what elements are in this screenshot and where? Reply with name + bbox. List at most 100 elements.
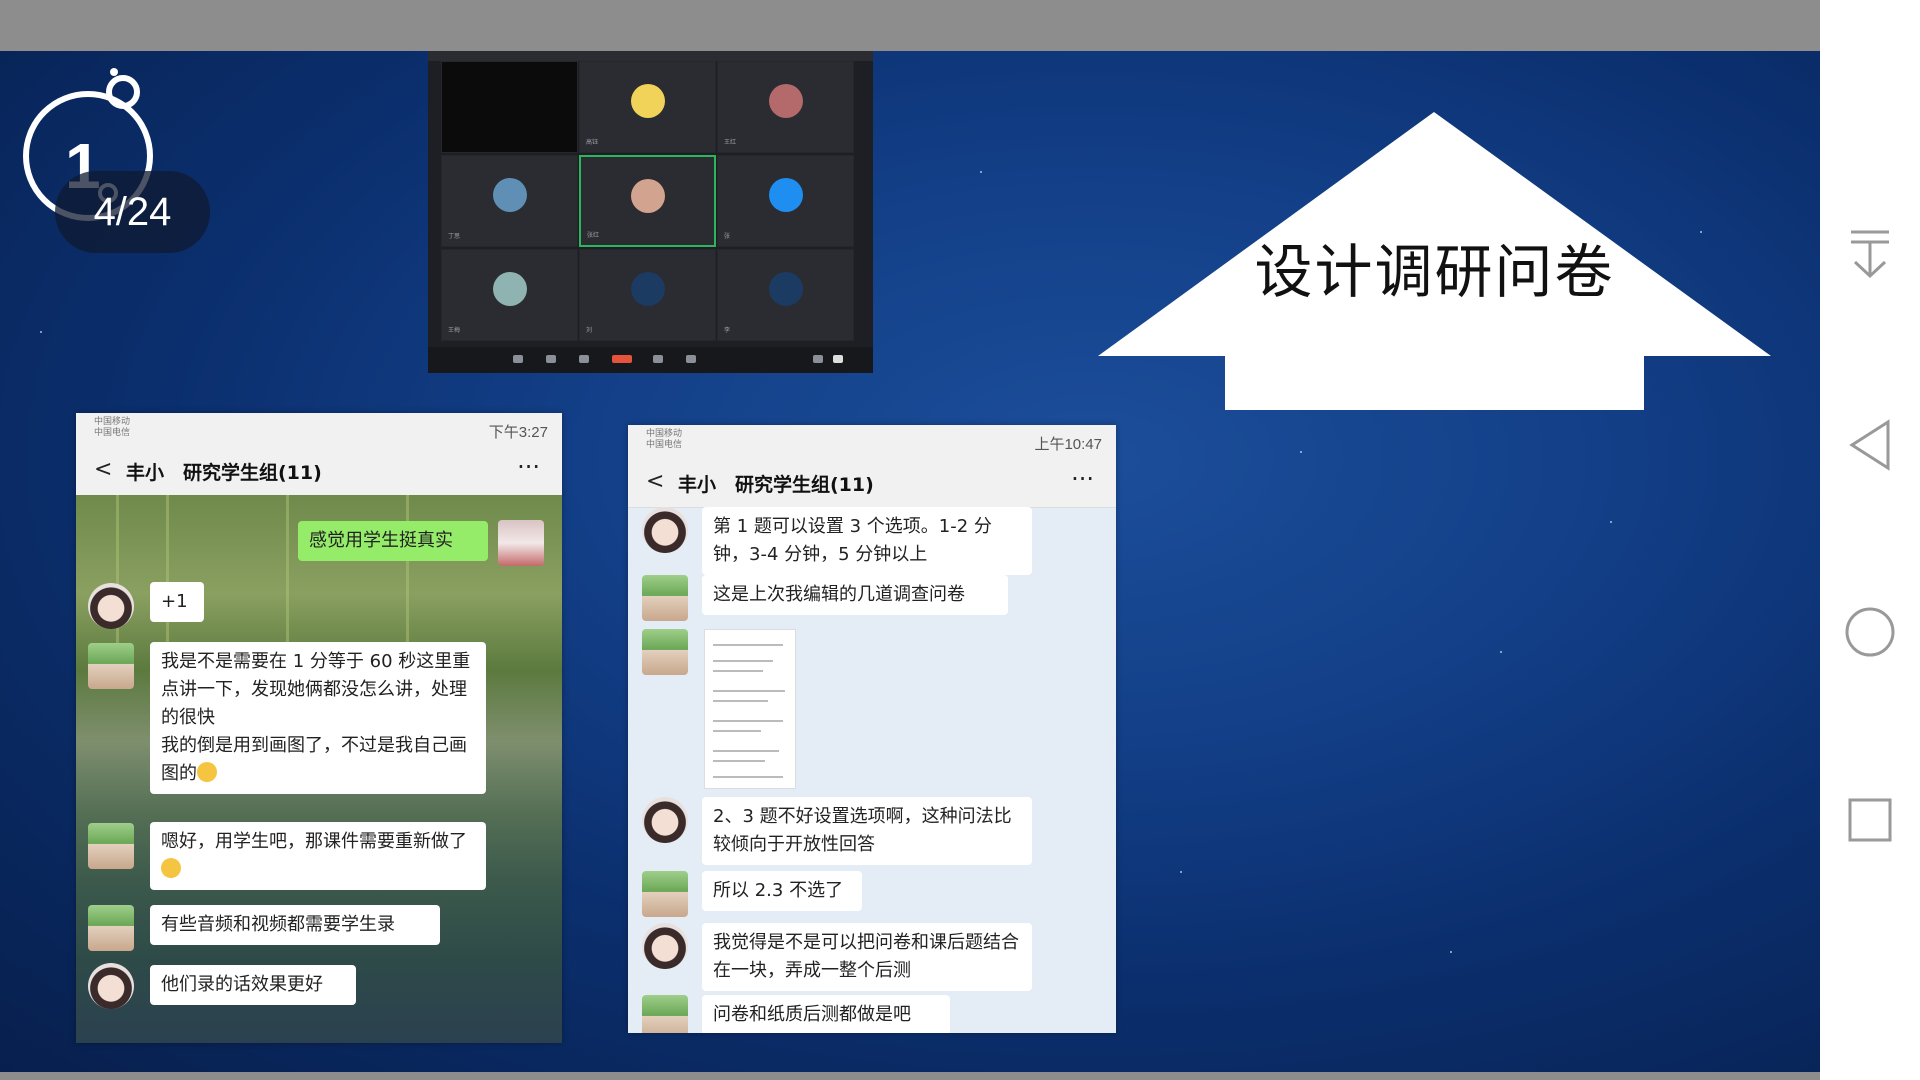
- meeting-tile: 王红: [717, 61, 854, 153]
- participant-avatar: [630, 179, 665, 213]
- page-indicator: 4/24: [55, 171, 210, 253]
- star: [1610, 521, 1612, 523]
- questionnaire-image[interactable]: [704, 629, 796, 789]
- carrier: 中国移动 中国电信: [94, 417, 131, 438]
- avatar[interactable]: [88, 643, 134, 689]
- recent-square-icon[interactable]: [1820, 780, 1920, 860]
- slide: 1 4/24 高钰 王红 丁思 张红 张 王梅 刘 李 设计调研问卷 中国移动 …: [0, 51, 1820, 1072]
- carrier: 中国移动 中国电信: [646, 429, 683, 450]
- bottom-bar: [0, 1072, 1820, 1080]
- avatar[interactable]: [498, 520, 544, 566]
- participant-name: 丁思: [448, 233, 461, 240]
- status-bar: 中国移动 中国电信 上午10:47: [628, 425, 1116, 457]
- message-bubble: 第 1 题可以设置 3 个选项。1-2 分钟，3-4 分钟，5 分钟以上: [702, 507, 1032, 575]
- message-bubble: 我是不是需要在 1 分等于 60 秒这里重点讲一下，发现她俩都没怎么讲，处理的很…: [150, 642, 486, 794]
- more-icon[interactable]: ···: [1071, 465, 1094, 493]
- message-bubble: 这是上次我编辑的几道调查问卷: [702, 575, 1008, 615]
- status-bar: 中国移动 中国电信 下午3:27: [76, 413, 562, 445]
- meeting-tile: 王梅: [441, 249, 578, 341]
- participant-avatar: [492, 178, 527, 212]
- participant-avatar: [768, 178, 803, 212]
- chat-title: 丰小 研究学生组(11): [126, 462, 322, 484]
- message-bubble: 嗯好，用学生吧，那课件需要重新做了: [150, 822, 486, 890]
- members-icon[interactable]: [653, 355, 663, 363]
- meeting-tile: 刘: [579, 249, 716, 341]
- chat-screenshot-left: 中国移动 中国电信 下午3:27 < 丰小 研究学生组(11) ··· 感觉用学…: [76, 413, 562, 1043]
- participant-name: 高钰: [586, 139, 599, 146]
- message-bubble: 所以 2.3 不选了: [702, 871, 862, 911]
- meeting-tile: 张: [717, 155, 854, 247]
- participant-avatar: [492, 272, 527, 306]
- chat-header: < 丰小 研究学生组(11) ···: [76, 445, 562, 496]
- participant-avatar: [630, 84, 665, 118]
- willow-decor: [286, 495, 289, 655]
- camera-icon[interactable]: [546, 355, 556, 363]
- message-bubble: 2、3 题不好设置选项啊，这种问法比较倾向于开放性回答: [702, 797, 1032, 865]
- status-time: 上午10:47: [1034, 436, 1102, 453]
- chat-body: 第 1 题可以设置 3 个选项。1-2 分钟，3-4 分钟，5 分钟以上 这是上…: [628, 507, 1116, 1033]
- message-bubble: 我觉得是不是可以把问卷和课后题结合在一块，弄成一整个后测: [702, 923, 1032, 991]
- chat-icon[interactable]: [686, 355, 696, 363]
- participant-name: 王梅: [448, 327, 461, 334]
- meeting-toolbar: [428, 347, 873, 373]
- back-triangle-icon[interactable]: [1820, 405, 1920, 485]
- status-time: 下午3:27: [488, 424, 548, 441]
- participant-name: 刘: [586, 327, 593, 334]
- download-icon[interactable]: [1820, 215, 1920, 295]
- avatar[interactable]: [88, 963, 134, 1009]
- avatar[interactable]: [88, 583, 134, 629]
- star: [1450, 951, 1452, 953]
- message-bubble: 有些音频和视频都需要学生录: [150, 905, 440, 945]
- avatar[interactable]: [642, 995, 688, 1033]
- chat-body: 感觉用学生挺真实 +1 我是不是需要在 1 分等于 60 秒这里重点讲一下，发现…: [76, 495, 562, 1043]
- emoji-icon: [161, 858, 181, 878]
- avatar[interactable]: [88, 905, 134, 951]
- meeting-screenshot: 高钰 王红 丁思 张红 张 王梅 刘 李: [428, 51, 873, 373]
- meeting-tile: 丁思: [441, 155, 578, 247]
- participant-name: 王红: [724, 139, 737, 146]
- back-icon[interactable]: <: [94, 457, 112, 482]
- mic-icon[interactable]: [513, 355, 523, 363]
- avatar[interactable]: [642, 629, 688, 675]
- avatar[interactable]: [642, 923, 688, 969]
- participant-name: 张: [724, 233, 731, 240]
- meeting-tile: 李: [717, 249, 854, 341]
- participant-name: 李: [724, 327, 731, 334]
- star: [1300, 451, 1302, 453]
- emoji-icon: [197, 762, 217, 782]
- message-bubble: +1: [150, 582, 204, 622]
- meeting-tile-active: 张红: [579, 155, 716, 247]
- avatar[interactable]: [88, 823, 134, 869]
- phone-avatar: [630, 272, 665, 306]
- star: [1180, 871, 1182, 873]
- participant-name: 张红: [587, 232, 600, 239]
- more-icon[interactable]: ···: [517, 453, 540, 481]
- chat-header: < 丰小 研究学生组(11) ···: [628, 457, 1116, 508]
- chat-screenshot-right: 中国移动 中国电信 上午10:47 < 丰小 研究学生组(11) ··· 第 1…: [628, 425, 1116, 1033]
- meeting-tile: [441, 61, 578, 153]
- avatar[interactable]: [642, 871, 688, 917]
- message-bubble: 问卷和纸质后测都做是吧: [702, 995, 950, 1033]
- meeting-tile: 高钰: [579, 61, 716, 153]
- phone-avatar: [768, 272, 803, 306]
- star: [40, 331, 42, 333]
- hangup-icon[interactable]: [612, 355, 632, 363]
- chat-title: 丰小 研究学生组(11): [678, 474, 874, 496]
- home-circle-icon[interactable]: [1820, 592, 1920, 672]
- system-nav-bar: [1820, 0, 1920, 1080]
- meeting-title-bar: [428, 51, 873, 61]
- message-bubble: 他们录的话效果更好: [150, 965, 356, 1005]
- top-bar: [0, 0, 1820, 51]
- message-bubble: 感觉用学生挺真实: [298, 521, 488, 561]
- layout-icon[interactable]: [813, 355, 823, 363]
- avatar[interactable]: [642, 507, 688, 553]
- back-icon[interactable]: <: [646, 469, 664, 494]
- participant-avatar: [768, 84, 803, 118]
- avatar[interactable]: [642, 797, 688, 843]
- star: [1500, 651, 1502, 653]
- layout-active-icon[interactable]: [833, 355, 843, 363]
- avatar[interactable]: [642, 575, 688, 621]
- share-icon[interactable]: [579, 355, 589, 363]
- star: [980, 171, 982, 173]
- arrow-title: 设计调研问卷: [1254, 238, 1615, 306]
